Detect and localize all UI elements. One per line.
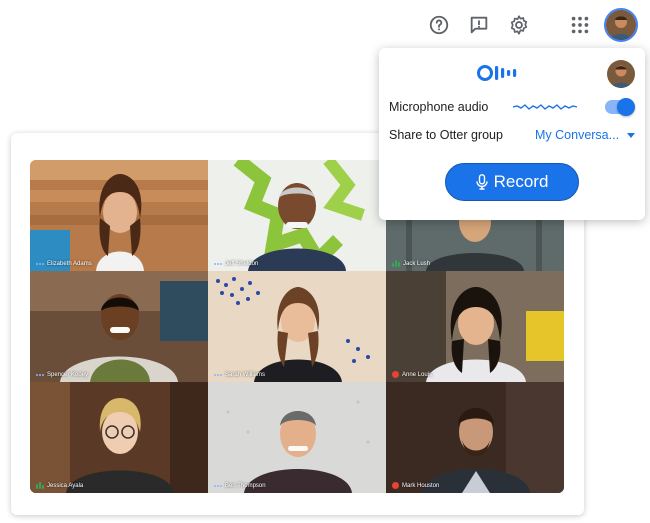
mic-activity-icon xyxy=(36,263,44,265)
record-button[interactable]: Record xyxy=(445,163,579,201)
participant-name: Jessica Ayala xyxy=(47,482,84,489)
participant-tile[interactable]: Spencer Kooey xyxy=(30,271,208,382)
participant-name: Jeff Sheldon xyxy=(225,261,259,267)
mic-speaking-icon xyxy=(36,482,44,489)
participant-name-tag: Ben Thompson xyxy=(214,483,266,489)
participant-name-tag: Jessica Ayala xyxy=(36,482,83,489)
participant-name-tag: Jack Lush xyxy=(392,260,430,267)
participant-name-tag: Jeff Sheldon xyxy=(214,261,258,267)
toggle-knob xyxy=(617,98,635,116)
participant-name: Spencer Kooey xyxy=(47,372,89,378)
participant-name: Elizabeth Adams xyxy=(47,261,92,267)
otter-group-select[interactable]: My Conversa... xyxy=(535,126,635,144)
participant-video xyxy=(30,382,208,493)
mic-activity-icon xyxy=(214,374,222,376)
help-button[interactable] xyxy=(422,8,456,42)
participant-tile[interactable]: Sarah Williams xyxy=(208,271,386,382)
participant-tile[interactable]: Anne Louis xyxy=(386,271,564,382)
microphone-audio-toggle[interactable] xyxy=(605,98,635,116)
microphone-icon xyxy=(475,174,488,190)
mic-muted-icon xyxy=(392,371,399,378)
participant-name: Jack Lush xyxy=(403,260,431,267)
participant-tile[interactable]: Ben Thompson xyxy=(208,382,386,493)
account-avatar[interactable] xyxy=(604,8,638,42)
settings-icon xyxy=(510,15,528,35)
participant-name: Sarah Williams xyxy=(225,372,266,378)
participant-name: Anne Louis xyxy=(402,371,433,378)
participant-video xyxy=(208,271,386,382)
participant-tile[interactable]: Jessica Ayala xyxy=(30,382,208,493)
participant-tile[interactable]: Elizabeth Adams xyxy=(30,160,208,271)
record-button-label: Record xyxy=(493,172,549,191)
microphone-audio-label: Microphone audio xyxy=(389,100,489,114)
participant-video xyxy=(386,271,564,382)
help-icon xyxy=(429,15,449,35)
participant-name-tag: Anne Louis xyxy=(392,371,432,378)
caret-down-icon xyxy=(627,132,635,138)
feedback-icon xyxy=(470,16,488,34)
participant-name-tag: Sarah Williams xyxy=(214,372,265,378)
top-toolbar xyxy=(420,8,644,42)
participant-name: Mark Houston xyxy=(402,482,440,489)
share-group-label: Share to Otter group xyxy=(389,128,503,142)
otter-group-value: My Conversa... xyxy=(535,128,620,142)
feedback-button[interactable] xyxy=(462,8,496,42)
participant-tile[interactable]: Jeff Sheldon xyxy=(208,160,386,271)
mic-speaking-icon xyxy=(392,260,400,267)
otter-user-avatar[interactable] xyxy=(607,60,635,88)
participant-video xyxy=(30,271,208,382)
participant-video xyxy=(386,382,564,493)
otter-logo-icon xyxy=(477,65,517,81)
mic-activity-icon xyxy=(214,263,222,265)
audio-level-wave-icon xyxy=(513,104,577,110)
mic-activity-icon xyxy=(214,485,222,487)
participant-video xyxy=(208,160,386,271)
participant-name-tag: Mark Houston xyxy=(392,482,439,489)
otter-popup: Microphone audio Share to Otter group My… xyxy=(379,48,645,220)
participant-tile[interactable]: Mark Houston xyxy=(386,382,564,493)
participant-name: Ben Thompson xyxy=(225,483,266,489)
participant-name-tag: Spencer Kooey xyxy=(36,372,88,378)
mic-activity-icon xyxy=(36,374,44,376)
participant-video xyxy=(208,382,386,493)
apps-button[interactable] xyxy=(563,8,597,42)
mic-muted-icon xyxy=(392,482,399,489)
settings-button[interactable] xyxy=(502,8,536,42)
participant-name-tag: Elizabeth Adams xyxy=(36,261,92,267)
apps-grid-icon xyxy=(571,16,589,34)
participant-video xyxy=(30,160,208,271)
